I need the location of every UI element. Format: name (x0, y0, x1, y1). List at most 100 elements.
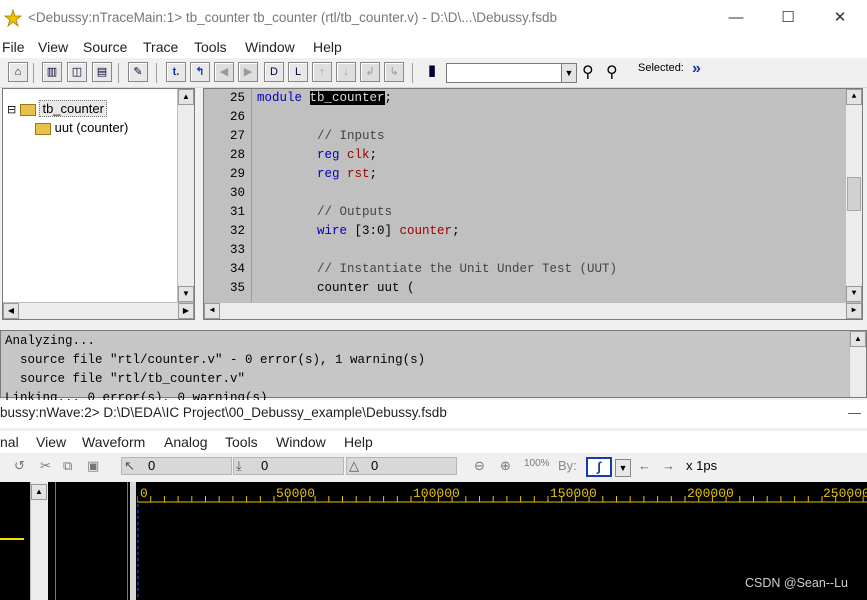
marker-time-field[interactable] (233, 457, 344, 475)
menu-signal[interactable]: nal (0, 434, 19, 450)
scroll-down-icon[interactable]: ▼ (178, 286, 194, 302)
chevron-down-icon[interactable]: ▼ (561, 63, 577, 83)
marker-value: 0 (261, 458, 269, 473)
menu-source[interactable]: Source (83, 39, 127, 55)
signal-value-pane[interactable] (55, 482, 128, 600)
scroll-up-icon[interactable]: ▲ (178, 89, 194, 105)
code-line[interactable]: reg rst; (257, 167, 377, 181)
code-token: // Instantiate the Unit Under Test (UUT) (257, 262, 618, 276)
find-prev-icon[interactable]: ⚲ (606, 62, 618, 82)
scroll-up-icon[interactable]: ▲ (846, 89, 862, 105)
up-icon[interactable]: ↑ (312, 62, 332, 82)
scroll-down-icon[interactable]: ▼ (846, 286, 862, 302)
code-token: module (257, 91, 310, 105)
trace-load-icon[interactable]: ↰ (190, 62, 210, 82)
zoom-fit-icon[interactable]: 100% (524, 458, 550, 469)
code-token: reg (257, 148, 348, 162)
scroll-left-icon[interactable]: ◀ (3, 303, 19, 319)
menu-tools[interactable]: Tools (194, 39, 227, 55)
menu-view[interactable]: View (36, 434, 66, 450)
pane-splitter[interactable] (130, 482, 136, 600)
menu-view[interactable]: View (38, 39, 68, 55)
menu-tools[interactable]: Tools (225, 434, 258, 450)
message-line: source file "rtl/counter.v" - 0 error(s)… (5, 353, 426, 367)
undo-icon[interactable]: ↺ (14, 458, 25, 474)
scroll-left-icon[interactable]: ◀ (204, 303, 220, 319)
code-line[interactable]: reg clk; (257, 148, 377, 162)
code-line[interactable]: // Inputs (257, 129, 385, 143)
code-line[interactable]: // Outputs (257, 205, 392, 219)
find-scope-icon[interactable]: ✎ (128, 62, 148, 82)
code-line[interactable]: counter uut ( (257, 281, 415, 295)
delta-time-field[interactable] (346, 457, 457, 475)
battery-icon[interactable]: ▮ (422, 62, 442, 82)
trace-driver-icon[interactable]: t. (166, 62, 186, 82)
paste-icon[interactable]: ▣ (87, 458, 99, 474)
driver-list-icon[interactable]: D (264, 62, 284, 82)
new-flow-icon[interactable]: ◫ (67, 62, 87, 82)
search-back-icon[interactable]: ← (638, 458, 651, 473)
search-forward-icon[interactable]: → (662, 458, 675, 473)
code-line[interactable]: // Instantiate the Unit Under Test (UUT) (257, 262, 617, 276)
menu-waveform[interactable]: Waveform (82, 434, 145, 450)
menu-file[interactable]: File (2, 39, 25, 55)
code-token: ; (384, 91, 393, 105)
hierarchy-tree: ⊟ tb_counter uut (counter) ▲ ▼ ◀ ▶ (2, 88, 195, 320)
code-token: ; (369, 148, 378, 162)
code-token: ; (369, 167, 378, 181)
ruler-tick-label: 0 (140, 486, 148, 501)
find-next-icon[interactable]: ⚲ (582, 62, 594, 82)
close-button[interactable]: ✕ (820, 6, 860, 30)
scroll-right-icon[interactable]: ▶ (846, 303, 862, 319)
tree-hscrollbar[interactable]: ◀ ▶ (3, 302, 194, 319)
load-list-icon[interactable]: L (288, 62, 308, 82)
open-design-icon[interactable]: ⌂ (8, 62, 28, 82)
menu-window[interactable]: Window (276, 434, 326, 450)
code-token: // Outputs (257, 205, 393, 219)
nwave-titlebar: bussy:nWave:2> D:\D\EDA\IC Project\00_De… (0, 400, 867, 428)
message-vscrollbar[interactable]: ▲ (849, 331, 866, 397)
forward-icon[interactable]: ▶ (238, 62, 258, 82)
new-state-icon[interactable]: ▤ (92, 62, 112, 82)
zoom-in-icon[interactable]: ⊕ (500, 458, 511, 474)
scroll-thumb[interactable] (847, 177, 861, 211)
menu-help[interactable]: Help (313, 39, 342, 55)
tree-item-tb-counter[interactable]: ⊟ tb_counter (7, 100, 107, 117)
cursor-time-field[interactable] (121, 457, 232, 475)
copy-icon[interactable]: ⧉ (63, 458, 72, 474)
source-vscrollbar[interactable]: ▲ ▼ (845, 89, 862, 302)
maximize-button[interactable]: ☐ (768, 6, 808, 30)
toolbar-separator (156, 63, 157, 83)
menu-window[interactable]: Window (245, 39, 295, 55)
cut-icon[interactable]: ✂ (40, 458, 51, 474)
menu-help[interactable]: Help (344, 434, 373, 450)
chevron-down-icon[interactable]: ▼ (615, 459, 631, 477)
back-icon[interactable]: ◀ (214, 62, 234, 82)
selected-expand-icon[interactable]: » (692, 60, 701, 78)
scroll-up-icon[interactable]: ▲ (31, 484, 47, 500)
tree-item-uut[interactable]: uut (counter) (35, 120, 128, 135)
menu-trace[interactable]: Trace (143, 39, 178, 55)
signal-vscrollbar[interactable]: ▲ (30, 482, 48, 600)
new-schematic-icon[interactable]: ▥ (42, 62, 62, 82)
minimize-button[interactable]: — (716, 6, 756, 30)
tree-vscrollbar[interactable]: ▲ ▼ (177, 89, 194, 302)
code-line[interactable]: module tb_counter; (257, 91, 392, 105)
menu-analog[interactable]: Analog (164, 434, 208, 450)
scroll-right-icon[interactable]: ▶ (178, 303, 194, 319)
collapse-icon[interactable]: ⊟ (7, 104, 16, 116)
trace-x-icon[interactable]: ↲ (360, 62, 380, 82)
edge-rising-icon[interactable]: ∫ (586, 457, 612, 477)
trace-y-icon[interactable]: ↳ (384, 62, 404, 82)
source-hscrollbar[interactable]: ◀ ▶ (204, 302, 862, 319)
main-toolbar: ⌂ ▥ ◫ ▤ ✎ t. ↰ ◀ ▶ D L ↑ ↓ ↲ ↳ ▮ (0, 58, 867, 88)
line-number: 25 (229, 91, 245, 105)
down-icon[interactable]: ↓ (336, 62, 356, 82)
zoom-out-icon[interactable]: ⊖ (474, 458, 485, 474)
nwave-minimize-button[interactable]: — (848, 405, 861, 420)
code-token: ; (452, 224, 460, 238)
code-line[interactable]: wire [3:0] counter; (257, 224, 460, 238)
source-view[interactable]: 25 26 27 28 29 30 31 32 33 34 35 module tb_counter… (203, 88, 863, 320)
scroll-up-icon[interactable]: ▲ (850, 331, 866, 347)
search-combo-input[interactable] (446, 63, 562, 83)
